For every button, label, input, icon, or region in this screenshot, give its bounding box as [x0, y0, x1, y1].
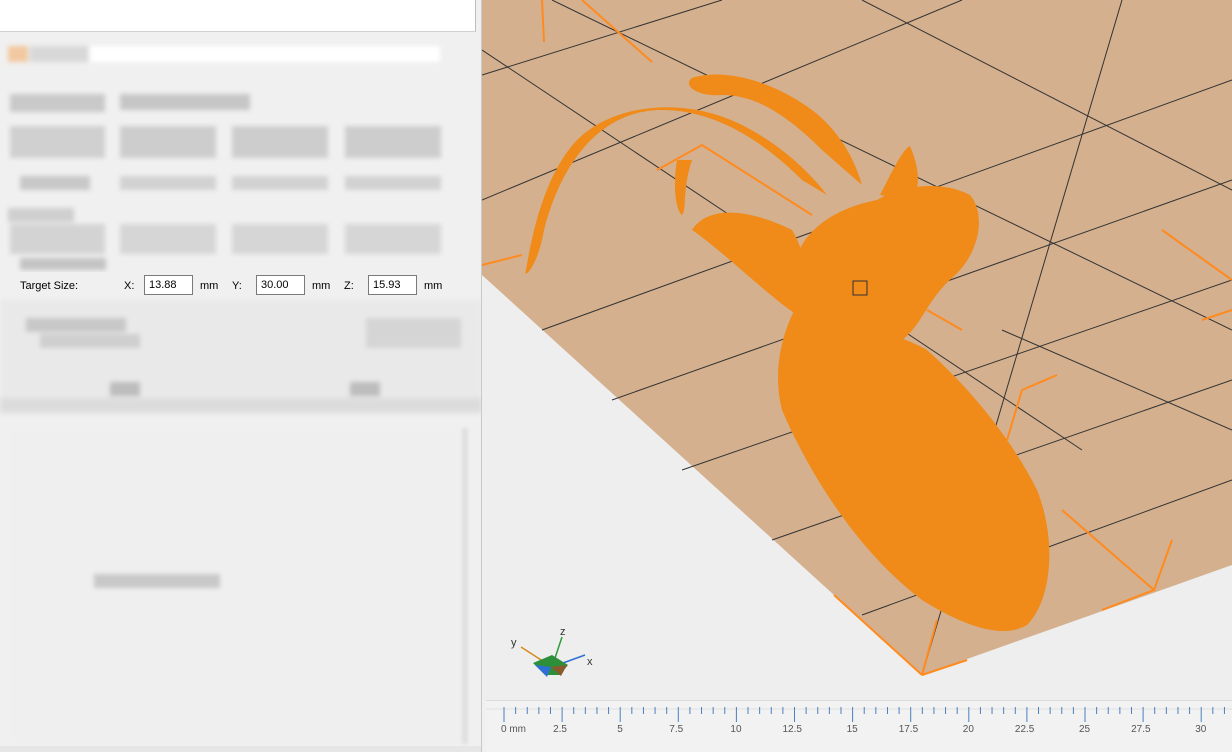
ruler-label: 30 — [1195, 724, 1207, 735]
axis-gizmo[interactable]: x y z — [505, 625, 605, 685]
ruler-label: 27.5 — [1131, 724, 1151, 735]
target-size-z-input[interactable] — [368, 275, 417, 295]
blurred-settings-region — [0, 36, 480, 270]
target-size-label: Target Size: — [20, 280, 79, 292]
ruler-label: 22.5 — [1014, 724, 1035, 735]
y-label: Y: — [232, 280, 242, 292]
gizmo-plane-blue — [535, 665, 551, 677]
y-unit: mm — [312, 280, 331, 292]
ruler-label: 7.5 — [669, 724, 684, 735]
gizmo-z-label: z — [560, 626, 566, 638]
ruler-label: 12.5 — [782, 724, 802, 735]
panel-footer — [0, 746, 481, 752]
x-label: X: — [124, 280, 135, 292]
panel-header — [0, 0, 476, 32]
ruler-label: 0 mm — [501, 724, 526, 735]
preview-placeholder — [8, 428, 468, 744]
properties-panel: Target Size: X: mm Y: mm Z: mm — [0, 0, 482, 752]
ruler-label: 25 — [1079, 724, 1091, 735]
ruler-label: 17.5 — [898, 724, 919, 735]
target-size-y-input[interactable] — [256, 275, 305, 295]
target-size-x-input[interactable] — [144, 275, 193, 295]
ruler-label: 10 — [730, 724, 742, 735]
gizmo-x-label: x — [587, 656, 593, 668]
preview-placeholder-label — [94, 574, 220, 588]
gizmo-y-label: y — [511, 637, 517, 649]
axis-gizmo-graphic — [520, 636, 586, 677]
target-size-row: Target Size: X: mm Y: mm Z: mm — [0, 272, 476, 299]
ruler-label: 5 — [617, 724, 623, 735]
3d-viewport[interactable] — [482, 0, 1232, 700]
blurred-options-region — [0, 300, 481, 415]
ruler-ticks — [486, 707, 1232, 722]
ruler-label: 15 — [846, 724, 858, 735]
scene — [482, 0, 1232, 676]
x-unit: mm — [200, 280, 219, 292]
ruler-label: 2.5 — [553, 724, 567, 735]
z-unit: mm — [424, 280, 443, 292]
ruler: 0 mm 2.5 5 7.5 10 12.5 15 17.5 20 22.5 25 27.5 30 — [486, 700, 1232, 752]
ruler-label: 20 — [962, 724, 974, 735]
z-label: Z: — [344, 280, 354, 292]
